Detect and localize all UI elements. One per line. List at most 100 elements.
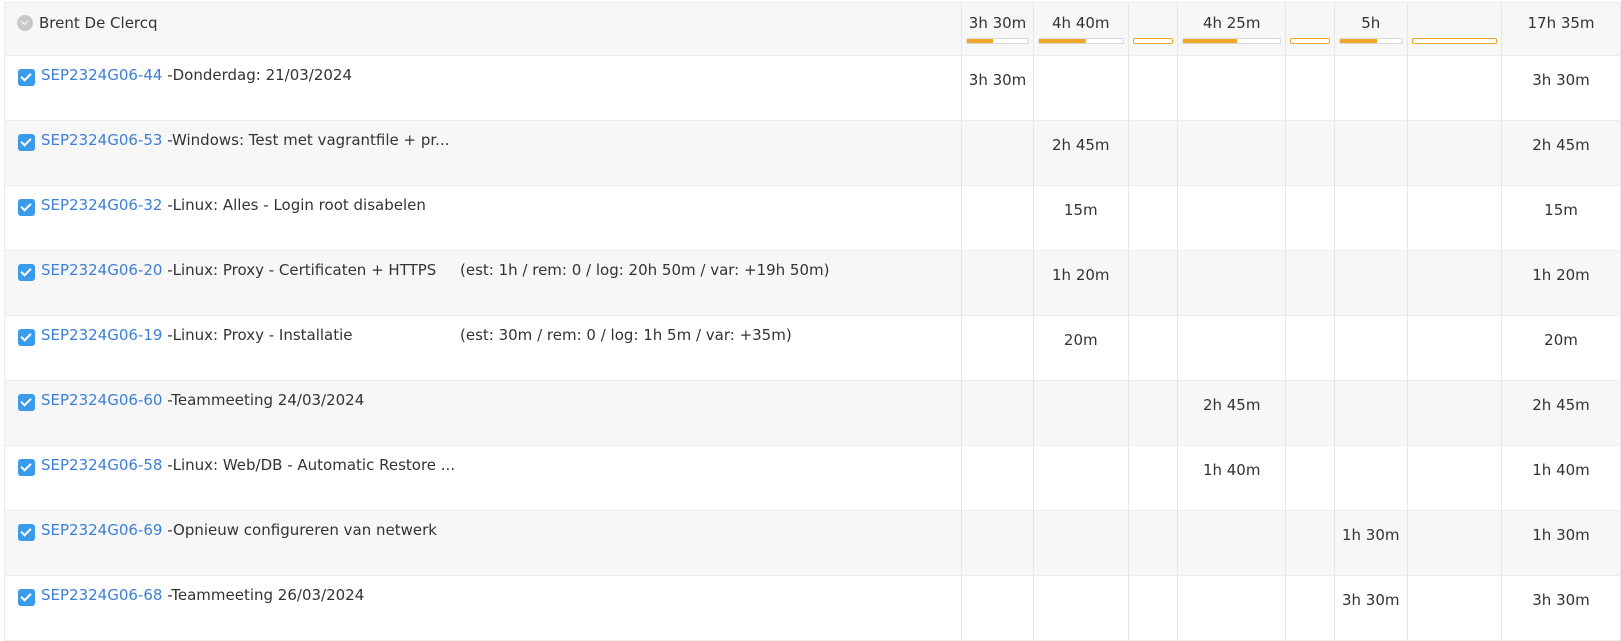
- task-key-link[interactable]: SEP2324G06-68: [41, 586, 162, 604]
- task-label: SEP2324G06-44 -Donderdag: 21/03/2024: [41, 66, 352, 84]
- logged-time-cell: [1334, 55, 1408, 121]
- task-label: SEP2324G06-32 -Linux: Alles - Login root…: [41, 196, 426, 214]
- task-label: SEP2324G06-53 -Windows: Test met vagrant…: [41, 131, 450, 149]
- day-progress-bar: [1037, 38, 1124, 44]
- task-key-link[interactable]: SEP2324G06-20: [41, 261, 162, 279]
- task-row: SEP2324G06-20 -Linux: Proxy - Certificat…: [3, 250, 1621, 316]
- row-total-cell[interactable]: 3h 30m: [1501, 575, 1621, 641]
- logged-time-cell[interactable]: 1h 20m: [1033, 250, 1129, 316]
- row-total-cell[interactable]: 2h 45m: [1501, 380, 1621, 446]
- task-checkbox-icon[interactable]: [18, 394, 35, 411]
- row-total-cell[interactable]: 1h 20m: [1501, 250, 1621, 316]
- day-total: [1129, 14, 1177, 32]
- task-cell: SEP2324G06-53 -Windows: Test met vagrant…: [3, 120, 963, 186]
- task-row: SEP2324G06-19 -Linux: Proxy - Installati…: [3, 315, 1621, 381]
- task-title: -Donderdag: 21/03/2024: [162, 66, 353, 84]
- task-key-link[interactable]: SEP2324G06-69: [41, 521, 162, 539]
- task-cell: SEP2324G06-19 -Linux: Proxy - Installati…: [3, 315, 963, 381]
- task-key-link[interactable]: SEP2324G06-44: [41, 66, 162, 84]
- task-key-link[interactable]: SEP2324G06-32: [41, 196, 162, 214]
- day-progress-bar: [1411, 38, 1498, 44]
- logged-time-cell: [961, 575, 1034, 641]
- row-total-cell[interactable]: 2h 45m: [1501, 120, 1621, 186]
- logged-time-cell: [1033, 55, 1129, 121]
- collapse-chevron-icon[interactable]: [17, 15, 33, 31]
- logged-time-cell: [1033, 510, 1129, 576]
- day-progress-bar: [1338, 38, 1403, 44]
- logged-time-cell[interactable]: 2h 45m: [1177, 380, 1286, 446]
- logged-time-cell: [1128, 510, 1179, 576]
- task-key-link[interactable]: SEP2324G06-58: [41, 456, 162, 474]
- task-row: SEP2324G06-53 -Windows: Test met vagrant…: [3, 120, 1621, 186]
- logged-time-cell: [961, 185, 1034, 251]
- logged-time-cell: [1177, 575, 1286, 641]
- logged-time-cell: [961, 445, 1034, 511]
- row-total-cell[interactable]: 1h 30m: [1501, 510, 1621, 576]
- logged-time-cell: [1128, 185, 1179, 251]
- task-cell: SEP2324G06-20 -Linux: Proxy - Certificat…: [3, 250, 963, 316]
- task-cell: SEP2324G06-68 -Teammeeting 26/03/2024: [3, 575, 963, 641]
- task-key-link[interactable]: SEP2324G06-53: [41, 131, 162, 149]
- task-label: SEP2324G06-68 -Teammeeting 26/03/2024: [41, 586, 364, 604]
- day-total-cell: [1128, 2, 1179, 56]
- row-total-cell[interactable]: 3h 30m: [1501, 55, 1621, 121]
- logged-time-cell: [1128, 250, 1179, 316]
- task-estimate: (est: 30m / rem: 0 / log: 1h 5m / var: +…: [460, 326, 792, 344]
- logged-time-cell[interactable]: 1h 30m: [1334, 510, 1408, 576]
- task-checkbox-icon[interactable]: [18, 589, 35, 606]
- logged-time-cell: [1334, 120, 1408, 186]
- logged-time-cell: [1285, 380, 1335, 446]
- logged-time-cell: [1407, 445, 1503, 511]
- task-checkbox-icon[interactable]: [18, 69, 35, 86]
- day-total: 3h 30m: [968, 14, 1027, 32]
- logged-time-cell: [1033, 445, 1129, 511]
- grand-total-cell: 17h 35m: [1501, 2, 1621, 56]
- day-total-cell: 4h 40m: [1033, 2, 1129, 56]
- logged-time-cell: [1177, 120, 1286, 186]
- logged-time-cell[interactable]: 1h 40m: [1177, 445, 1286, 511]
- day-total-cell: 4h 25m: [1177, 2, 1286, 56]
- task-checkbox-icon[interactable]: [18, 459, 35, 476]
- task-checkbox-icon[interactable]: [18, 524, 35, 541]
- row-total-cell[interactable]: 20m: [1501, 315, 1621, 381]
- logged-time-cell[interactable]: 3h 30m: [961, 55, 1034, 121]
- logged-time-cell: [1128, 380, 1179, 446]
- task-checkbox-icon[interactable]: [18, 329, 35, 346]
- logged-time-cell: [1128, 55, 1179, 121]
- task-key-link[interactable]: SEP2324G06-19: [41, 326, 162, 344]
- day-total-cell: 3h 30m: [961, 2, 1034, 56]
- logged-time-cell: [1407, 510, 1503, 576]
- task-checkbox-icon[interactable]: [18, 199, 35, 216]
- task-title: -Teammeeting 24/03/2024: [162, 391, 365, 409]
- logged-time-cell: [1407, 315, 1503, 381]
- user-header-row: Brent De Clercq 3h 30m 4h 40m 4h 25m 5h …: [3, 2, 1621, 56]
- task-title: -Linux: Web/DB - Automatic Restore ...: [162, 456, 456, 474]
- logged-time-cell: [1407, 250, 1503, 316]
- row-total-cell[interactable]: 1h 40m: [1501, 445, 1621, 511]
- logged-time-cell: [961, 510, 1034, 576]
- logged-time-cell: [1285, 120, 1335, 186]
- task-row: SEP2324G06-60 -Teammeeting 24/03/2024 2h …: [3, 380, 1621, 446]
- task-label: SEP2324G06-60 -Teammeeting 24/03/2024: [41, 391, 364, 409]
- task-label: SEP2324G06-19 -Linux: Proxy - Installati…: [41, 326, 353, 344]
- day-total: [1408, 14, 1501, 32]
- user-header-cell[interactable]: Brent De Clercq: [3, 2, 963, 56]
- logged-time-cell: [1407, 185, 1503, 251]
- logged-time-cell[interactable]: 2h 45m: [1033, 120, 1129, 186]
- row-total-cell[interactable]: 15m: [1501, 185, 1621, 251]
- logged-time-cell[interactable]: 15m: [1033, 185, 1129, 251]
- logged-time-cell[interactable]: 20m: [1033, 315, 1129, 381]
- logged-time-cell[interactable]: 3h 30m: [1334, 575, 1408, 641]
- grand-total: 17h 35m: [1527, 14, 1595, 32]
- logged-time-cell: [1334, 185, 1408, 251]
- day-progress-fill: [967, 39, 993, 43]
- day-total-cell: 5h: [1334, 2, 1408, 56]
- logged-time-cell: [1177, 185, 1286, 251]
- task-checkbox-icon[interactable]: [18, 134, 35, 151]
- task-checkbox-icon[interactable]: [18, 264, 35, 281]
- task-row: SEP2324G06-58 -Linux: Web/DB - Automatic…: [3, 445, 1621, 511]
- logged-time-cell: [1334, 380, 1408, 446]
- logged-time-cell: [1407, 380, 1503, 446]
- task-key-link[interactable]: SEP2324G06-60: [41, 391, 162, 409]
- logged-time-cell: [1407, 575, 1503, 641]
